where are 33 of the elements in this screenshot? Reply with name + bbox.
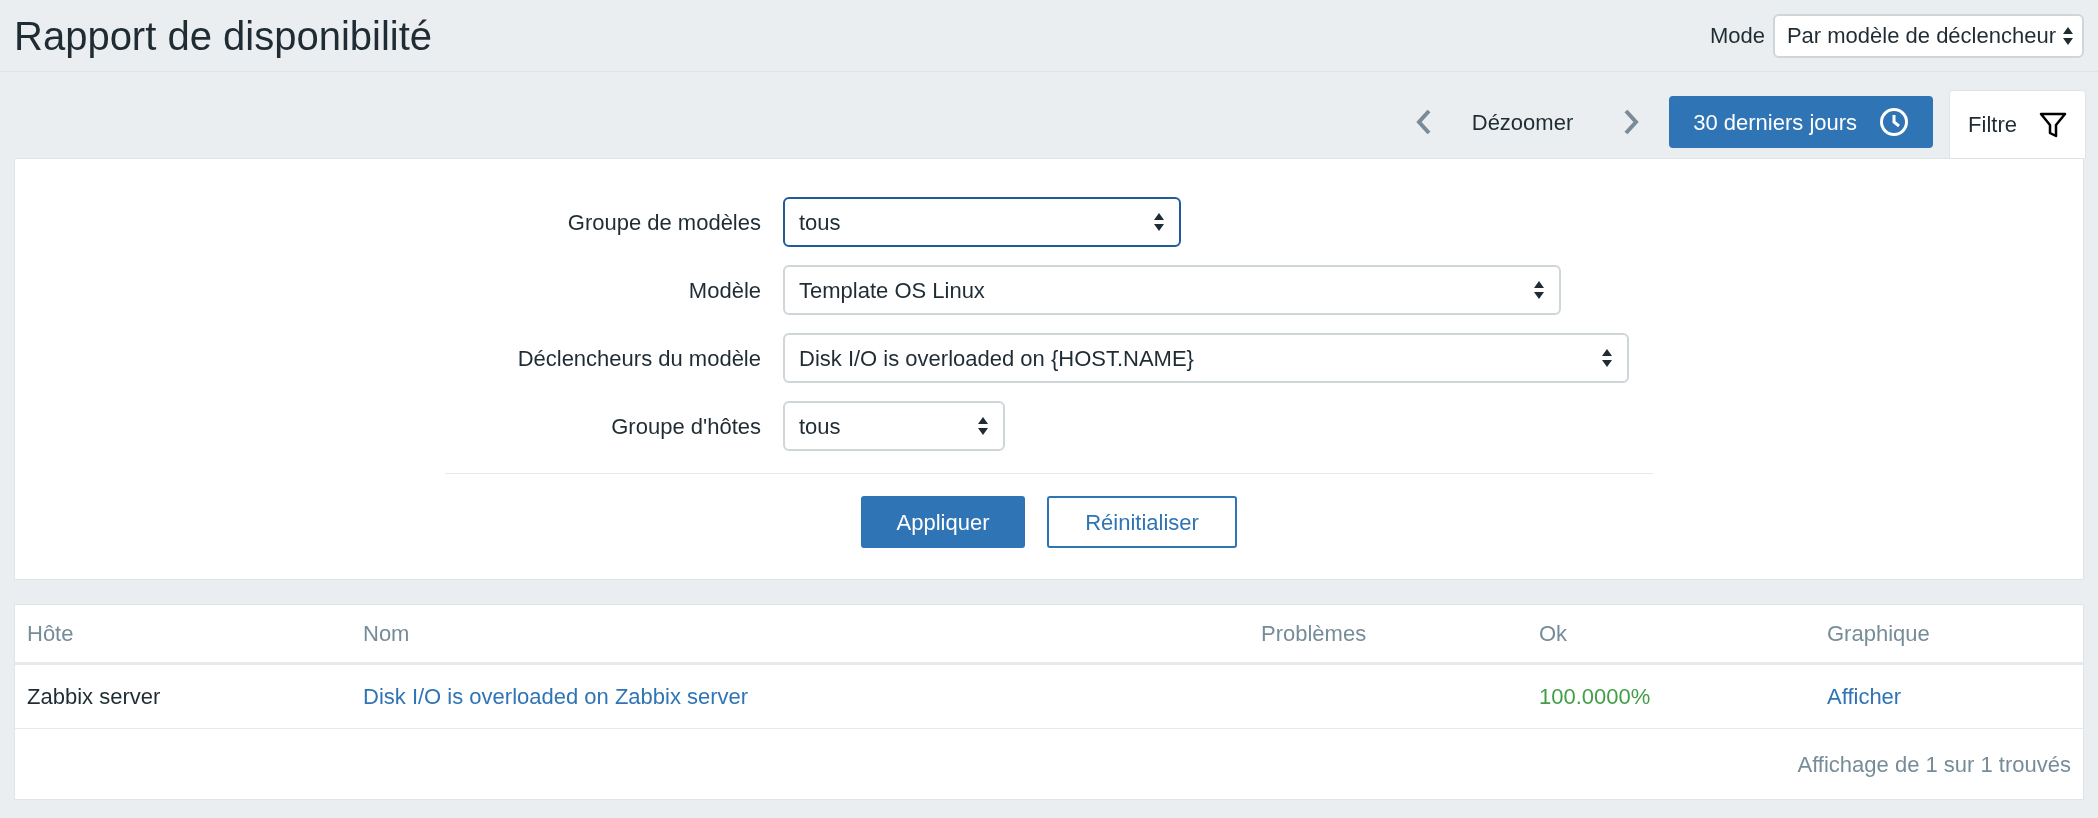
dropdown-arrows-icon [1601,348,1613,368]
field-label: Déclencheurs du modèle [516,344,761,373]
column-header: Problèmes [1261,620,1368,648]
show-graph-link[interactable]: Afficher [1827,680,2071,713]
dropdown-arrows-icon [1533,280,1545,300]
filter-icon [2039,110,2067,139]
dropdown-arrows-icon [1153,212,1165,232]
mode-label: Mode [1709,22,1765,50]
field-label: Groupe d'hôtes [610,412,761,441]
apply-button[interactable]: Appliquer [861,496,1025,548]
dropdown-field[interactable]: Template OS Linux [783,265,1561,315]
zoom-out-button[interactable]: Dézoomer [1451,105,1594,139]
dropdown-field[interactable]: tous [783,197,1181,247]
reset-button[interactable]: Réinitialiser [1047,496,1237,548]
dropdown-field[interactable]: tous [783,401,1005,451]
column-header: Ok [1539,620,1569,648]
results-count: Affichage de 1 sur 1 trouvés [1797,750,2071,779]
trigger-link[interactable]: Disk I/O is overloaded on Zabbix server [363,680,1261,713]
dropdown-arrows-icon [977,416,989,436]
column-header: Graphique [1827,620,1931,648]
dropdown-field[interactable]: Disk I/O is overloaded on {HOST.NAME} [783,333,1629,383]
dropdown-arrows-icon [2062,25,2074,46]
column-header: Hôte [27,620,75,648]
column-header: Nom [363,620,411,648]
table-cell-text: Zabbix server [27,683,162,711]
time-period-button[interactable]: 30 derniers jours [1669,96,1934,148]
field-label: Modèle [687,276,761,305]
page-title: Rapport de disponibilité [14,15,433,56]
filter-tab[interactable]: Filtre [1949,90,2086,158]
field-label: Groupe de modèles [566,208,761,237]
table-cell-text: 100.0000% [1539,683,1652,711]
mode-select[interactable]: Par modèle de déclencheur [1772,13,2084,58]
clock-icon [1879,107,1910,137]
